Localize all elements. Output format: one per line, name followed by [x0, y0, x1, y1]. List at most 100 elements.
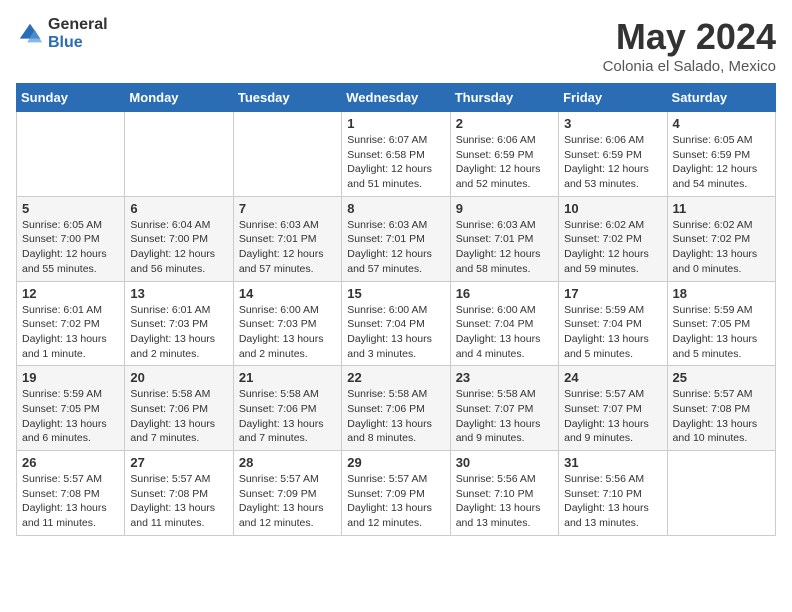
- month-year-title: May 2024: [603, 16, 776, 58]
- calendar-cell: 28 Sunrise: 5:57 AM Sunset: 7:09 PM Dayli…: [233, 451, 341, 536]
- day-info: Sunrise: 6:02 AM Sunset: 7:02 PM Dayligh…: [564, 218, 661, 277]
- column-header-saturday: Saturday: [667, 84, 775, 112]
- calendar-week-3: 12 Sunrise: 6:01 AM Sunset: 7:02 PM Dayli…: [17, 281, 776, 366]
- day-number: 10: [564, 201, 661, 216]
- column-header-sunday: Sunday: [17, 84, 125, 112]
- day-info: Sunrise: 6:07 AM Sunset: 6:58 PM Dayligh…: [347, 133, 444, 192]
- calendar-cell: [233, 112, 341, 197]
- calendar-table: SundayMondayTuesdayWednesdayThursdayFrid…: [16, 83, 776, 536]
- day-info: Sunrise: 5:58 AM Sunset: 7:06 PM Dayligh…: [239, 387, 336, 446]
- logo-text: General Blue: [48, 16, 108, 52]
- calendar-cell: 25Sunrise: 5:57 AM Sunset: 7:08 PM Dayli…: [667, 366, 775, 451]
- calendar-week-5: 26Sunrise: 5:57 AM Sunset: 7:08 PM Dayli…: [17, 451, 776, 536]
- location-subtitle: Colonia el Salado, Mexico: [603, 58, 776, 75]
- logo: General Blue: [16, 16, 108, 52]
- calendar-cell: 26Sunrise: 5:57 AM Sunset: 7:08 PM Dayli…: [17, 451, 125, 536]
- day-info: Sunrise: 6:05 AM Sunset: 7:00 PM Dayligh…: [22, 218, 119, 277]
- calendar-cell: 2 Sunrise: 6:06 AM Sunset: 6:59 PM Daylig…: [450, 112, 558, 197]
- day-info: Sunrise: 6:03 AM Sunset: 7:01 PM Dayligh…: [456, 218, 553, 277]
- day-number: 15: [347, 286, 444, 301]
- calendar-cell: [667, 451, 775, 536]
- day-info: Sunrise: 6:06 AM Sunset: 6:59 PM Dayligh…: [456, 133, 553, 192]
- day-number: 20: [130, 370, 227, 385]
- day-info: Sunrise: 6:05 AM Sunset: 6:59 PM Dayligh…: [673, 133, 770, 192]
- day-info: Sunrise: 5:57 AM Sunset: 7:09 PM Dayligh…: [347, 472, 444, 531]
- day-number: 22: [347, 370, 444, 385]
- day-number: 19: [22, 370, 119, 385]
- calendar-cell: 31 Sunrise: 5:56 AM Sunset: 7:10 PM Dayli…: [559, 451, 667, 536]
- day-number: 11: [673, 201, 770, 216]
- day-number: 13: [130, 286, 227, 301]
- calendar-cell: 8Sunrise: 6:03 AM Sunset: 7:01 PM Daylig…: [342, 196, 450, 281]
- day-info: Sunrise: 6:01 AM Sunset: 7:02 PM Dayligh…: [22, 303, 119, 362]
- day-number: 9: [456, 201, 553, 216]
- day-number: 4: [673, 116, 770, 131]
- day-info: Sunrise: 6:01 AM Sunset: 7:03 PM Dayligh…: [130, 303, 227, 362]
- calendar-week-1: 1 Sunrise: 6:07 AM Sunset: 6:58 PM Daylig…: [17, 112, 776, 197]
- calendar-cell: [125, 112, 233, 197]
- calendar-cell: 19 Sunrise: 5:59 AM Sunset: 7:05 PM Dayli…: [17, 366, 125, 451]
- day-info: Sunrise: 5:58 AM Sunset: 7:07 PM Dayligh…: [456, 387, 553, 446]
- column-header-tuesday: Tuesday: [233, 84, 341, 112]
- calendar-cell: 20 Sunrise: 5:58 AM Sunset: 7:06 PM Dayli…: [125, 366, 233, 451]
- calendar-cell: 3Sunrise: 6:06 AM Sunset: 6:59 PM Daylig…: [559, 112, 667, 197]
- day-info: Sunrise: 5:57 AM Sunset: 7:07 PM Dayligh…: [564, 387, 661, 446]
- column-header-thursday: Thursday: [450, 84, 558, 112]
- calendar-cell: 22 Sunrise: 5:58 AM Sunset: 7:06 PM Dayli…: [342, 366, 450, 451]
- day-number: 23: [456, 370, 553, 385]
- day-info: Sunrise: 5:58 AM Sunset: 7:06 PM Dayligh…: [347, 387, 444, 446]
- logo-icon: [16, 20, 44, 48]
- calendar-cell: 6Sunrise: 6:04 AM Sunset: 7:00 PM Daylig…: [125, 196, 233, 281]
- day-number: 17: [564, 286, 661, 301]
- calendar-cell: 23 Sunrise: 5:58 AM Sunset: 7:07 PM Dayli…: [450, 366, 558, 451]
- day-number: 24: [564, 370, 661, 385]
- calendar-cell: 11 Sunrise: 6:02 AM Sunset: 7:02 PM Dayli…: [667, 196, 775, 281]
- day-info: Sunrise: 5:56 AM Sunset: 7:10 PM Dayligh…: [564, 472, 661, 531]
- page-header: General Blue May 2024 Colonia el Salado,…: [16, 16, 776, 75]
- calendar-cell: 9 Sunrise: 6:03 AM Sunset: 7:01 PM Daylig…: [450, 196, 558, 281]
- day-number: 1: [347, 116, 444, 131]
- day-number: 16: [456, 286, 553, 301]
- day-number: 3: [564, 116, 661, 131]
- calendar-header-row: SundayMondayTuesdayWednesdayThursdayFrid…: [17, 84, 776, 112]
- day-number: 29: [347, 455, 444, 470]
- day-number: 30: [456, 455, 553, 470]
- day-number: 12: [22, 286, 119, 301]
- day-info: Sunrise: 5:58 AM Sunset: 7:06 PM Dayligh…: [130, 387, 227, 446]
- day-number: 5: [22, 201, 119, 216]
- day-info: Sunrise: 5:59 AM Sunset: 7:04 PM Dayligh…: [564, 303, 661, 362]
- calendar-cell: 4 Sunrise: 6:05 AM Sunset: 6:59 PM Daylig…: [667, 112, 775, 197]
- day-info: Sunrise: 5:59 AM Sunset: 7:05 PM Dayligh…: [673, 303, 770, 362]
- calendar-cell: 17 Sunrise: 5:59 AM Sunset: 7:04 PM Dayli…: [559, 281, 667, 366]
- calendar-cell: 29 Sunrise: 5:57 AM Sunset: 7:09 PM Dayli…: [342, 451, 450, 536]
- calendar-cell: 12 Sunrise: 6:01 AM Sunset: 7:02 PM Dayli…: [17, 281, 125, 366]
- calendar-cell: 27Sunrise: 5:57 AM Sunset: 7:08 PM Dayli…: [125, 451, 233, 536]
- calendar-cell: 15 Sunrise: 6:00 AM Sunset: 7:04 PM Dayli…: [342, 281, 450, 366]
- column-header-monday: Monday: [125, 84, 233, 112]
- day-info: Sunrise: 6:00 AM Sunset: 7:04 PM Dayligh…: [456, 303, 553, 362]
- day-number: 21: [239, 370, 336, 385]
- day-number: 28: [239, 455, 336, 470]
- calendar-cell: 18 Sunrise: 5:59 AM Sunset: 7:05 PM Dayli…: [667, 281, 775, 366]
- calendar-cell: [17, 112, 125, 197]
- day-info: Sunrise: 6:02 AM Sunset: 7:02 PM Dayligh…: [673, 218, 770, 277]
- title-area: May 2024 Colonia el Salado, Mexico: [603, 16, 776, 75]
- day-info: Sunrise: 6:03 AM Sunset: 7:01 PM Dayligh…: [239, 218, 336, 277]
- calendar-cell: 14Sunrise: 6:00 AM Sunset: 7:03 PM Dayli…: [233, 281, 341, 366]
- day-number: 18: [673, 286, 770, 301]
- calendar-cell: 21 Sunrise: 5:58 AM Sunset: 7:06 PM Dayli…: [233, 366, 341, 451]
- day-info: Sunrise: 5:59 AM Sunset: 7:05 PM Dayligh…: [22, 387, 119, 446]
- calendar-week-4: 19 Sunrise: 5:59 AM Sunset: 7:05 PM Dayli…: [17, 366, 776, 451]
- calendar-cell: 7 Sunrise: 6:03 AM Sunset: 7:01 PM Daylig…: [233, 196, 341, 281]
- calendar-cell: 30Sunrise: 5:56 AM Sunset: 7:10 PM Dayli…: [450, 451, 558, 536]
- calendar-cell: 1 Sunrise: 6:07 AM Sunset: 6:58 PM Daylig…: [342, 112, 450, 197]
- day-number: 27: [130, 455, 227, 470]
- day-info: Sunrise: 6:04 AM Sunset: 7:00 PM Dayligh…: [130, 218, 227, 277]
- day-info: Sunrise: 6:00 AM Sunset: 7:04 PM Dayligh…: [347, 303, 444, 362]
- day-number: 2: [456, 116, 553, 131]
- calendar-cell: 5 Sunrise: 6:05 AM Sunset: 7:00 PM Daylig…: [17, 196, 125, 281]
- day-number: 31: [564, 455, 661, 470]
- day-info: Sunrise: 6:03 AM Sunset: 7:01 PM Dayligh…: [347, 218, 444, 277]
- day-info: Sunrise: 5:57 AM Sunset: 7:09 PM Dayligh…: [239, 472, 336, 531]
- day-number: 7: [239, 201, 336, 216]
